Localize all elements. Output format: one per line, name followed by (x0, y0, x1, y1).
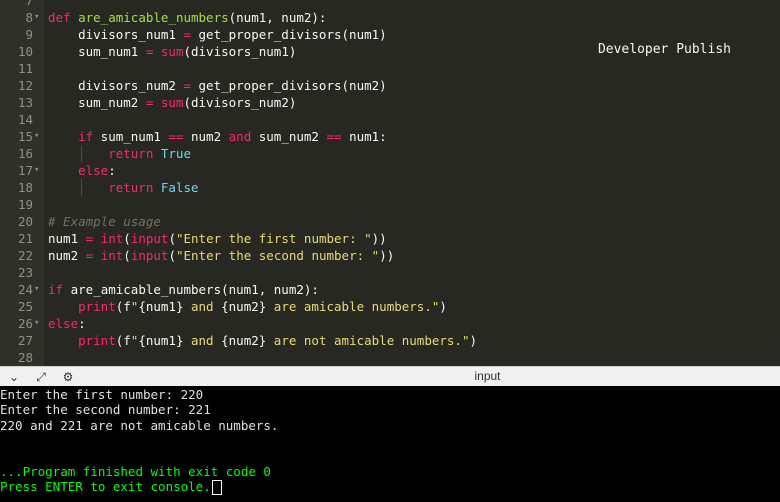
code-line: 7 (0, 0, 780, 9)
line-number: 9 (25, 27, 33, 42)
code-line: 28 (0, 349, 780, 366)
console-line: 220 and 221 are not amicable numbers. (0, 417, 279, 433)
code-line: 23 (0, 264, 780, 281)
line-number: 15 (17, 129, 33, 144)
indent-guide (81, 179, 82, 196)
console-line: Enter the second number: 221 (0, 402, 211, 418)
code-line: 22 num2 = int(input("Enter the second num… (0, 247, 780, 264)
line-number: 11 (17, 61, 33, 76)
console-line: ...Program finished with exit code 0 (0, 463, 271, 479)
code-line: 11 (0, 60, 780, 77)
line-number: 27 (17, 333, 33, 348)
code-line: 14 (0, 111, 780, 128)
line-number: 26 (17, 316, 33, 331)
line-number: 18 (17, 180, 33, 195)
code-text: return True (48, 146, 191, 161)
code-line: 27 print(f"{num1} and {num2} are not ami… (0, 332, 780, 349)
indent-guide (81, 145, 82, 162)
code-text: if are_amicable_numbers(num1, num2): (48, 282, 319, 297)
line-number: 19 (17, 197, 33, 212)
line-number: 7 (25, 0, 33, 8)
code-text: divisors_num2 = get_proper_divisors(num2… (48, 78, 387, 93)
line-number: 14 (17, 112, 33, 127)
line-number: 21 (17, 231, 33, 246)
code-text: sum_num2 = sum(divisors_num2) (48, 95, 297, 110)
line-number: 17 (17, 163, 33, 178)
console-line: Press ENTER to exit console. (0, 479, 222, 495)
code-line: 17 ▾ else: (0, 162, 780, 179)
code-line: 26 ▾ else: (0, 315, 780, 332)
fold-arrow-icon[interactable]: ▾ (34, 162, 42, 179)
code-line: 24 ▾ if are_amicable_numbers(num1, num2): (0, 281, 780, 298)
console-toolbar: ⌄ ⤢ ⚙ input (0, 366, 780, 387)
code-line: 25 print(f"{num1} and {num2} are amicabl… (0, 298, 780, 315)
code-line: 20 # Example usage (0, 213, 780, 230)
line-number: 8 (25, 10, 33, 25)
line-number: 28 (17, 350, 33, 365)
code-editor[interactable]: 7 8 ▾ def are_amicable_numbers(num1, num2):… (0, 0, 780, 366)
line-number: 12 (17, 78, 33, 93)
code-line: 9 divisors_num1 = get_proper_divisors(nu… (0, 26, 780, 43)
code-text: divisors_num1 = get_proper_divisors(num1… (48, 27, 387, 42)
code-text: return False (48, 180, 199, 195)
code-text: else: (48, 163, 116, 178)
text-cursor (211, 479, 222, 495)
line-number: 13 (17, 95, 33, 110)
code-line: 15 ▾ if sum_num1 == num2 and sum_num2 == … (0, 128, 780, 145)
fold-arrow-icon[interactable]: ▾ (34, 128, 42, 145)
line-number: 24 (17, 282, 33, 297)
code-line: 21 num1 = int(input("Enter the first numb… (0, 230, 780, 247)
fold-arrow-icon[interactable]: ▾ (34, 9, 42, 26)
console-line: Enter the first number: 220 (0, 387, 204, 402)
code-line: 13 sum_num2 = sum(divisors_num2) (0, 94, 780, 111)
code-line: 12 divisors_num2 = get_proper_divisors(n… (0, 77, 780, 94)
code-text: def are_amicable_numbers(num1, num2): (48, 10, 327, 25)
line-number: 25 (17, 299, 33, 314)
line-number: 22 (17, 248, 33, 263)
code-text: else: (48, 316, 86, 331)
code-text: # Example usage (48, 214, 161, 229)
code-text: print(f"{num1} and {num2} are not amicab… (48, 333, 478, 348)
brand-watermark: Developer Publish (597, 42, 731, 57)
code-line: 16 return True (0, 145, 780, 162)
code-text: num1 = int(input("Enter the first number… (48, 231, 387, 246)
code-text: print(f"{num1} and {num2} are amicable n… (48, 299, 447, 314)
code-line: 18 return False (0, 179, 780, 196)
line-number: 23 (17, 265, 33, 280)
fold-arrow-icon[interactable]: ▾ (34, 281, 42, 298)
code-line: 19 (0, 196, 780, 213)
code-text: num2 = int(input("Enter the second numbe… (48, 248, 395, 263)
code-text: sum_num1 = sum(divisors_num1) (48, 44, 297, 59)
code-text: if sum_num1 == num2 and sum_num2 == num1… (48, 129, 387, 144)
line-number: 20 (17, 214, 33, 229)
fold-arrow-icon[interactable]: ▾ (34, 315, 42, 332)
line-number: 16 (17, 146, 33, 161)
output-console[interactable]: Enter the first number: 220 Enter the sec… (0, 386, 780, 502)
line-number: 10 (17, 44, 33, 59)
code-line: 8 ▾ def are_amicable_numbers(num1, num2): (0, 9, 780, 26)
console-title: input (474, 369, 501, 383)
